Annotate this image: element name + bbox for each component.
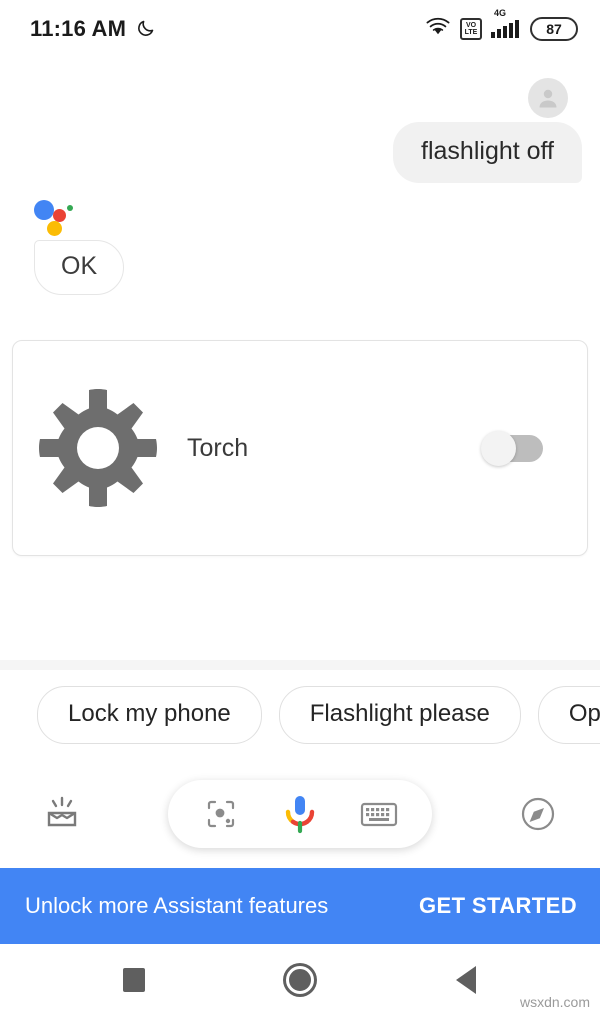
battery-level-label: 87 (546, 21, 562, 37)
battery-indicator: 87 (530, 17, 578, 41)
snapshot-tray-icon[interactable] (30, 782, 94, 846)
avatar[interactable] (528, 78, 568, 118)
google-mic-icon[interactable] (271, 785, 329, 843)
network-type-label: 4G (494, 8, 507, 18)
assistant-message-bubble: OK (34, 240, 125, 295)
signal-bars-icon: 4G (491, 8, 521, 39)
home-glyph (286, 966, 314, 994)
torch-card-title: Torch (187, 433, 249, 462)
android-navigation-bar (0, 944, 600, 1016)
volte-icon: VO LTE (460, 18, 482, 40)
assistant-screen: 11:16 AM VO LTE 4G 87 flashlight off OK … (0, 0, 600, 1016)
keyboard-icon[interactable] (350, 785, 408, 843)
logo-dot-green (67, 205, 73, 211)
recents-glyph (123, 968, 145, 992)
logo-dot-blue (34, 200, 54, 220)
suggestion-chip[interactable]: Open c (537, 686, 600, 744)
status-bar-left: 11:16 AM (30, 16, 157, 42)
triangle-back-icon[interactable] (439, 953, 493, 1007)
volte-bottom-label: LTE (464, 29, 478, 36)
square-recents-icon[interactable] (107, 953, 161, 1007)
google-assistant-logo-icon (34, 200, 78, 236)
assistant-input-pill (168, 780, 432, 848)
toggle-knob (481, 431, 516, 466)
suggestion-chips-row[interactable]: Lock my phone Flashlight please Open c (0, 670, 600, 760)
watermark: wsxdn.com (519, 994, 590, 1010)
banner-message: Unlock more Assistant features (25, 893, 329, 918)
user-message-bubble: flashlight off (393, 122, 582, 183)
user-message-row: flashlight off (393, 78, 582, 183)
torch-toggle-switch[interactable] (481, 431, 545, 466)
status-bar: 11:16 AM VO LTE 4G 87 (0, 0, 600, 58)
status-bar-right: VO LTE 4G 87 (425, 8, 578, 42)
gear-icon (13, 381, 183, 515)
back-glyph (456, 966, 476, 994)
status-clock: 11:16 AM (30, 16, 127, 41)
unlock-features-banner[interactable]: Unlock more Assistant features GET START… (0, 868, 600, 944)
get-started-button[interactable]: GET STARTED (419, 893, 577, 919)
compass-explore-icon[interactable] (506, 782, 570, 846)
circle-home-icon[interactable] (273, 953, 327, 1007)
suggestion-chip[interactable]: Lock my phone (37, 686, 262, 744)
wifi-icon (425, 17, 451, 42)
google-lens-icon[interactable] (192, 785, 250, 843)
moon-icon (137, 17, 157, 42)
assistant-message-row: OK (34, 200, 125, 295)
assistant-toolbar (0, 760, 600, 868)
suggestion-chip[interactable]: Flashlight please (278, 686, 521, 744)
volte-top-label: VO (465, 22, 477, 29)
content-divider (0, 660, 600, 670)
logo-dot-yellow (47, 221, 62, 236)
torch-device-card[interactable]: Torch (12, 340, 588, 556)
